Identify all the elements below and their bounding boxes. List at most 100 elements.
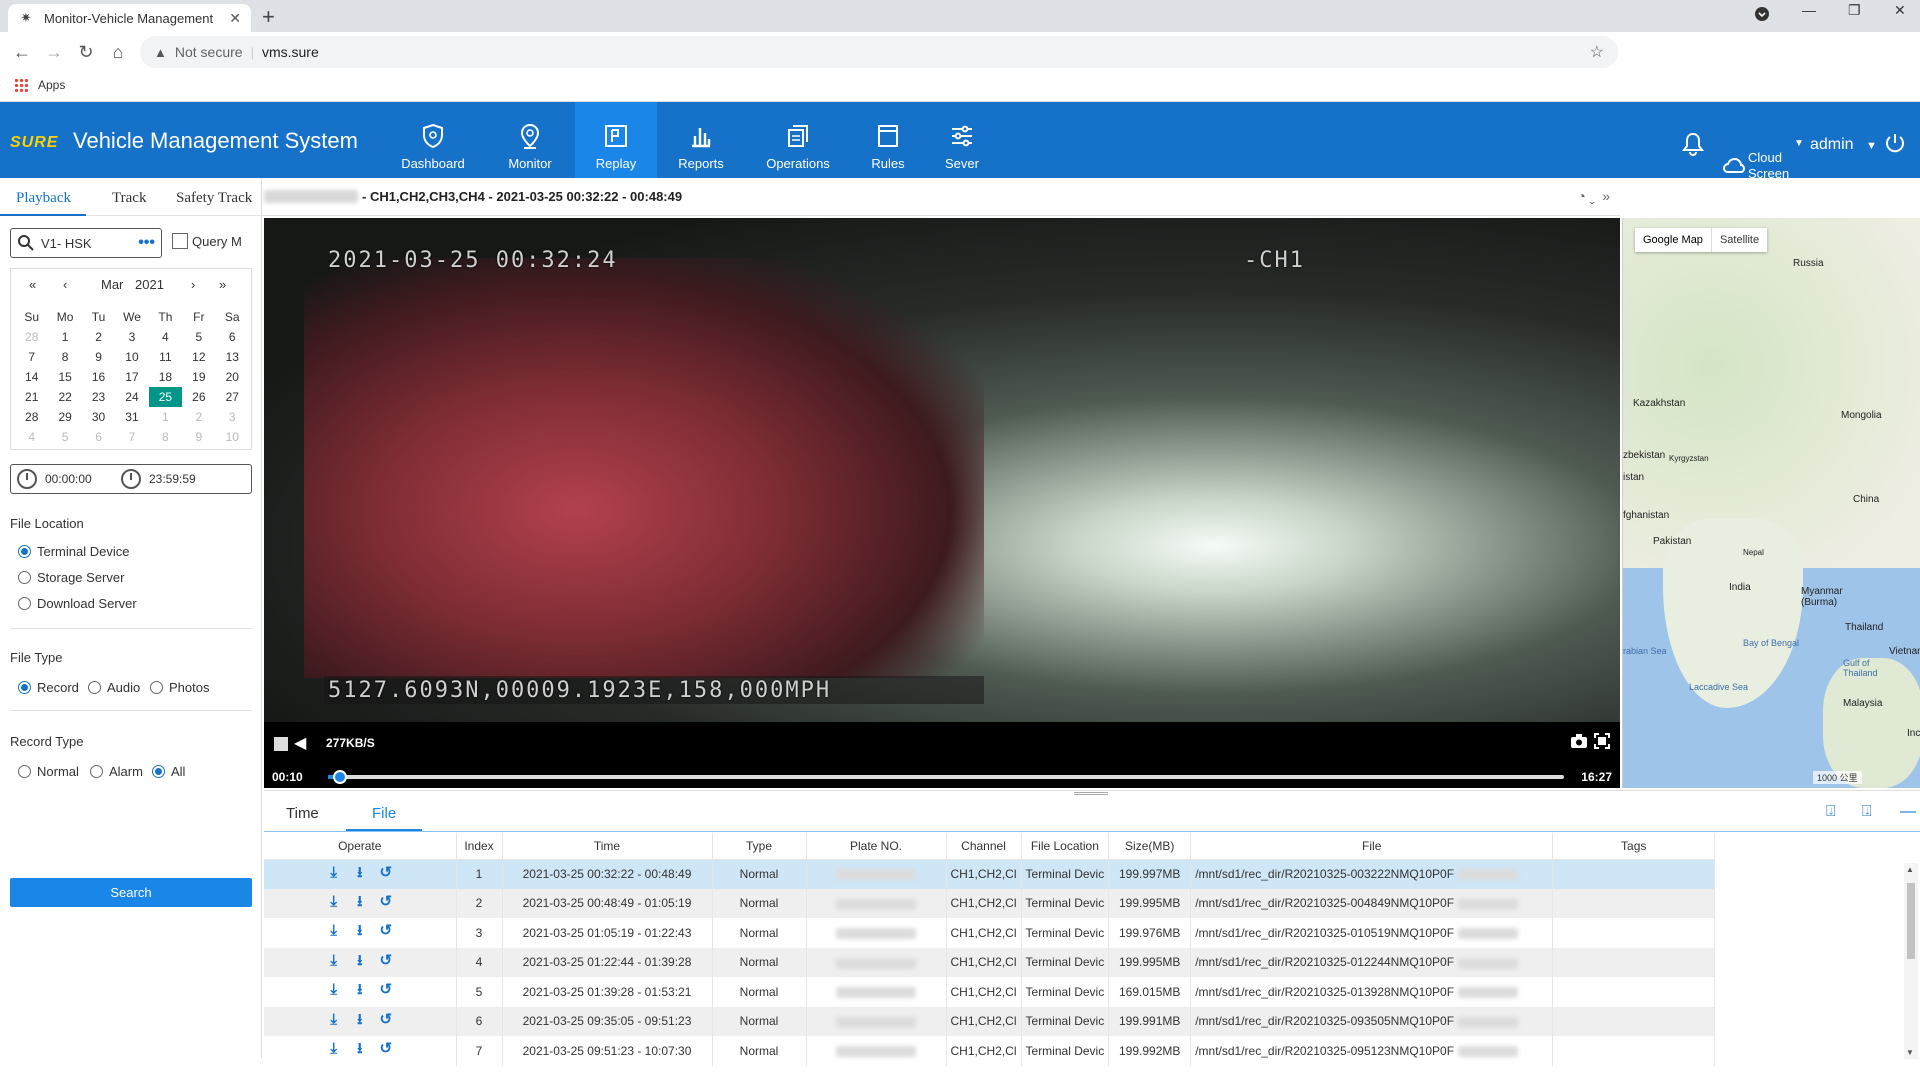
- save-icon[interactable]: ⭳: [347, 979, 373, 1004]
- replay-icon[interactable]: ↺: [373, 921, 399, 939]
- start-time[interactable]: 00:00:00: [45, 472, 115, 486]
- table-row[interactable]: ⤓ ⭳ ↺ 3 2021-03-25 01:05:19 - 01:22:43 Normal…: [264, 918, 1716, 948]
- replay-icon[interactable]: ↺: [373, 863, 399, 881]
- calendar-day[interactable]: 13: [216, 347, 249, 367]
- download-all-icon[interactable]: ⍗: [1862, 803, 1872, 821]
- calendar-day[interactable]: 17: [115, 367, 148, 387]
- calendar-day[interactable]: 14: [15, 367, 48, 387]
- calendar-day[interactable]: 26: [182, 387, 215, 407]
- browser-tab[interactable]: ✷ Monitor-Vehicle Management Sy ✕: [8, 4, 251, 32]
- radio-button[interactable]: [18, 571, 31, 584]
- download-icon[interactable]: ⤓: [321, 952, 347, 969]
- prev-year-icon[interactable]: «: [29, 277, 36, 292]
- download-icon[interactable]: ⤓: [321, 893, 347, 910]
- nav-replay[interactable]: Replay: [575, 102, 657, 178]
- radio-button[interactable]: [18, 681, 31, 694]
- table-row[interactable]: ⤓ ⭳ ↺ 1 2021-03-25 00:32:22 - 00:48:49 Normal…: [264, 859, 1716, 889]
- calendar-day[interactable]: 29: [48, 407, 81, 427]
- radio-download-server[interactable]: Download Server: [18, 596, 137, 611]
- calendar-day[interactable]: 1: [149, 407, 182, 427]
- radio-storage-server[interactable]: Storage Server: [18, 570, 124, 585]
- calendar-day[interactable]: 6: [82, 427, 115, 447]
- calendar-day[interactable]: 7: [115, 427, 148, 447]
- radio-button[interactable]: [150, 681, 163, 694]
- calendar-month[interactable]: Mar: [101, 277, 123, 292]
- replay-icon[interactable]: ↺: [373, 892, 399, 910]
- download-icon[interactable]: ⤓: [321, 981, 347, 998]
- new-tab-icon[interactable]: +: [262, 4, 275, 30]
- calendar-day[interactable]: 7: [15, 347, 48, 367]
- replay-icon[interactable]: ↺: [373, 980, 399, 998]
- home-icon[interactable]: ⌂: [106, 40, 130, 64]
- radio-terminal-device[interactable]: Terminal Device: [18, 544, 129, 559]
- calendar-day[interactable]: 5: [48, 427, 81, 447]
- radio-audio[interactable]: Audio: [88, 680, 140, 695]
- table-row[interactable]: ⤓ ⭳ ↺ 7 2021-03-25 09:51:23 - 10:07:30 Normal…: [264, 1036, 1716, 1066]
- radio-button[interactable]: [152, 765, 165, 778]
- nav-sever[interactable]: Sever: [921, 102, 1003, 178]
- scroll-thumb[interactable]: [1907, 883, 1915, 959]
- radio-all[interactable]: All: [152, 764, 185, 779]
- next-year-icon[interactable]: »: [219, 277, 226, 292]
- forward-icon[interactable]: →: [42, 40, 66, 64]
- calendar-day[interactable]: 12: [182, 347, 215, 367]
- collapse-icon[interactable]: —: [1900, 803, 1916, 821]
- nav-dashboard[interactable]: Dashboard: [392, 102, 474, 178]
- radio-button[interactable]: [18, 597, 31, 610]
- radio-record[interactable]: Record: [18, 680, 79, 695]
- more-icon[interactable]: •••: [138, 234, 155, 252]
- radio-button[interactable]: [18, 765, 31, 778]
- save-icon[interactable]: ⭳: [347, 862, 373, 887]
- cloud-screen-button[interactable]: Cloud Screen: [1722, 128, 1789, 204]
- download-icon[interactable]: ⤓: [321, 1040, 347, 1057]
- replay-icon[interactable]: ↺: [373, 1010, 399, 1028]
- scroll-down-icon[interactable]: ▼: [1906, 1048, 1914, 1057]
- radio-button[interactable]: [18, 545, 31, 558]
- calendar-day[interactable]: 16: [82, 367, 115, 387]
- replay-icon[interactable]: ↺: [373, 951, 399, 969]
- back-icon[interactable]: ←: [10, 40, 34, 64]
- calendar-day[interactable]: 2: [182, 407, 215, 427]
- radio-alarm[interactable]: Alarm: [90, 764, 143, 779]
- calendar-day[interactable]: 28: [15, 407, 48, 427]
- nav-operations[interactable]: Operations: [757, 102, 839, 178]
- calendar-day[interactable]: 22: [48, 387, 81, 407]
- calendar-day[interactable]: 25: [148, 387, 183, 407]
- download-icon[interactable]: ⤓: [321, 864, 347, 881]
- query-mode-checkbox[interactable]: Query M: [172, 233, 242, 249]
- tab-safety-track[interactable]: Safety Track: [176, 190, 252, 207]
- calendar-day[interactable]: 9: [182, 427, 215, 447]
- prev-month-icon[interactable]: ‹: [63, 277, 67, 292]
- save-icon[interactable]: ⭳: [347, 950, 373, 975]
- bell-icon[interactable]: [1682, 132, 1704, 208]
- google-map-button[interactable]: Google Map: [1635, 228, 1712, 252]
- save-icon[interactable]: ⭳: [347, 920, 373, 945]
- restore-icon[interactable]: ❐: [1848, 2, 1861, 19]
- calendar-day[interactable]: 10: [216, 427, 249, 447]
- calendar-day[interactable]: 11: [149, 347, 182, 367]
- replay-icon[interactable]: ↺: [373, 1039, 399, 1057]
- table-row[interactable]: ⤓ ⭳ ↺ 6 2021-03-25 09:35:05 - 09:51:23 Normal…: [264, 1006, 1716, 1036]
- calendar-day[interactable]: 2: [82, 327, 115, 347]
- calendar-day[interactable]: 31: [115, 407, 148, 427]
- tab-time[interactable]: Time: [286, 805, 319, 822]
- speaker-icon[interactable]: ◀: [294, 733, 306, 753]
- calendar-day[interactable]: 4: [15, 427, 48, 447]
- calendar-day[interactable]: 15: [48, 367, 81, 387]
- table-scrollbar[interactable]: ▲ ▼: [1904, 863, 1918, 1059]
- calendar-day[interactable]: 1: [48, 327, 81, 347]
- download-icon[interactable]: ⤓: [321, 1011, 347, 1028]
- radio-button[interactable]: [88, 681, 101, 694]
- calendar-day[interactable]: 9: [82, 347, 115, 367]
- vehicle-search-input[interactable]: V1- HSK •••: [10, 228, 162, 258]
- radio-normal[interactable]: Normal: [18, 764, 79, 779]
- calendar-day[interactable]: 20: [216, 367, 249, 387]
- calendar-day[interactable]: 6: [216, 327, 249, 347]
- satellite-button[interactable]: Satellite: [1712, 228, 1767, 252]
- calendar-day[interactable]: 27: [216, 387, 249, 407]
- nav-reports[interactable]: Reports: [660, 102, 742, 178]
- tab-track[interactable]: Track: [112, 190, 146, 207]
- calendar-day[interactable]: 23: [82, 387, 115, 407]
- save-icon[interactable]: ⭳: [347, 1009, 373, 1034]
- tab-playback[interactable]: Playback: [16, 190, 71, 207]
